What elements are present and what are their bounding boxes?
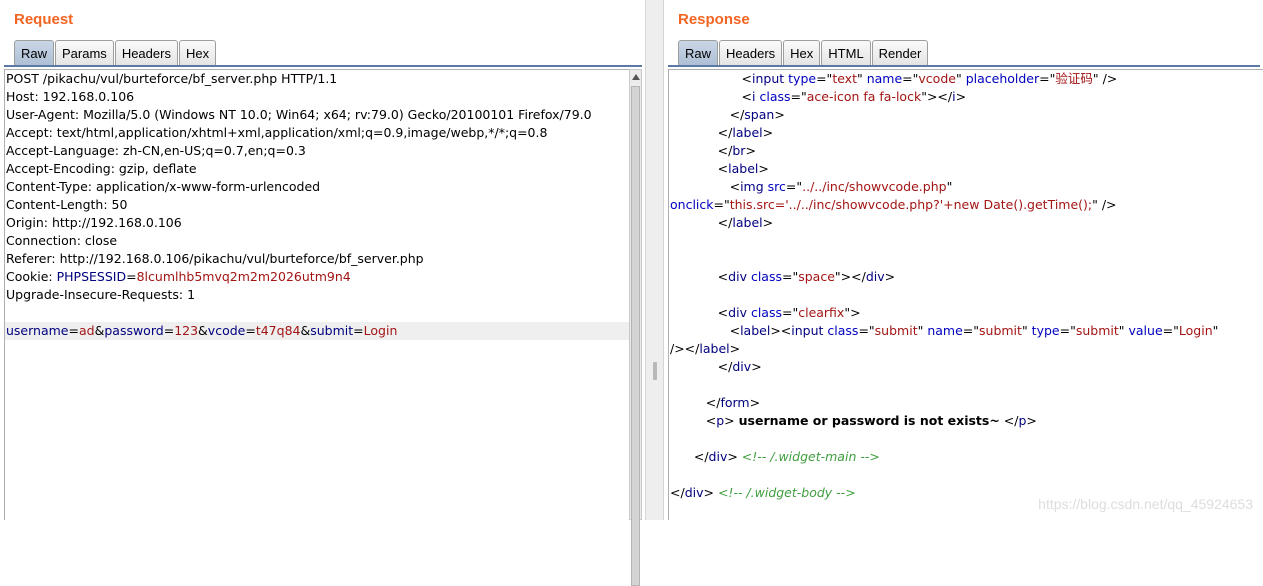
response-line: <p> username or password is not exists~ … [670,413,1037,428]
cookie-value: 8lcumlhb5mvq2m2m2026utm9n4 [136,269,351,284]
cookie-line: Cookie: PHPSESSID=8lcumlhb5mvq2m2m2026ut… [5,268,629,286]
response-title: Response [678,11,750,28]
request-tab-raw[interactable]: Raw [14,40,55,65]
response-tab-underline [668,65,1260,67]
request-scrollbar[interactable] [629,69,642,586]
request-tab-underline [4,65,642,67]
cookie-eq: = [126,269,137,284]
panel-splitter[interactable] [645,0,664,520]
request-line: Origin: http://192.168.0.106 [6,215,182,230]
request-line: Accept: text/html,application/xhtml+xml,… [6,125,548,140]
response-line: <i class="ace-icon fa fa-lock"></i> [670,89,967,104]
response-line: </form> [670,395,761,410]
scroll-up-arrow-icon[interactable] [632,74,640,80]
response-line: onclick="this.src='../../inc/showvcode.p… [670,197,1117,212]
param-value: Login [363,323,398,338]
response-line: <input type="text" name="vcode" placehol… [670,71,1118,86]
request-line: Content-Length: 50 [6,197,128,212]
response-panel: Response Raw Headers Hex HTML Render <in… [664,0,1263,520]
response-line: </div> <!-- /.widget-main --> [670,449,880,464]
request-tab-headers[interactable]: Headers [114,40,178,65]
param-value: t47q84 [255,323,301,338]
request-line: Content-Type: application/x-www-form-url… [6,179,321,194]
param-name: submit [310,323,354,338]
request-line: POST /pikachu/vul/burteforce/bf_server.p… [6,71,338,86]
response-tab-raw[interactable]: Raw [678,40,719,65]
response-line: <div class="clearfix"> [670,305,861,320]
request-line: Connection: close [6,233,118,248]
response-line: <div class="space"></div> [670,269,896,284]
response-line: </br> [670,143,756,158]
response-line: </div> [670,359,762,374]
request-tab-hex[interactable]: Hex [178,40,217,65]
response-line: <label><input class="submit" name="submi… [670,323,1219,338]
watermark: https://blog.csdn.net/qq_45924653 [1038,496,1253,512]
request-line: User-Agent: Mozilla/5.0 (Windows NT 10.0… [6,107,592,122]
response-line: /></label> [670,341,741,356]
request-tabs: Raw Params Headers Hex [14,40,217,65]
cookie-name: PHPSESSID [56,269,127,284]
scroll-thumb[interactable] [631,86,640,586]
response-line: </label> [670,215,774,230]
error-message: username or password is not exists~ [738,413,1000,428]
request-line: Accept-Encoding: gzip, deflate [6,161,197,176]
response-tab-render[interactable]: Render [871,40,929,65]
cookie-label: Cookie: [6,269,57,284]
param-value: ad [78,323,95,338]
request-editor[interactable]: POST /pikachu/vul/burteforce/bf_server.p… [4,69,630,520]
request-panel: Request Raw Params Headers Hex POST /pik… [0,0,645,586]
response-line: <label> [670,161,769,176]
param-name: username [6,323,69,338]
response-line: <img src="../../inc/showvcode.php" [670,179,953,194]
param-name: password [104,323,164,338]
response-line: </label> [670,125,774,140]
param-value: 123 [174,323,199,338]
request-line: Referer: http://192.168.0.106/pikachu/vu… [6,251,424,266]
request-line: Upgrade-Insecure-Requests: 1 [6,287,196,302]
response-tab-hex[interactable]: Hex [783,40,821,65]
response-tab-headers[interactable]: Headers [719,40,783,65]
param-name: vcode [207,323,246,338]
response-editor[interactable]: <input type="text" name="vcode" placehol… [668,69,1263,520]
request-body-line: username=ad&password=123&vcode=t47q84&su… [5,322,629,340]
response-line: </span> [670,107,785,122]
request-line: Accept-Language: zh-CN,en-US;q=0.7,en;q=… [6,143,306,158]
request-line: Host: 192.168.0.106 [6,89,135,104]
request-tab-params[interactable]: Params [55,40,114,65]
request-title: Request [14,11,74,28]
response-tab-html[interactable]: HTML [821,40,871,65]
splitter-grip-icon[interactable] [653,362,657,380]
response-tabs: Raw Headers Hex HTML Render [678,40,929,65]
